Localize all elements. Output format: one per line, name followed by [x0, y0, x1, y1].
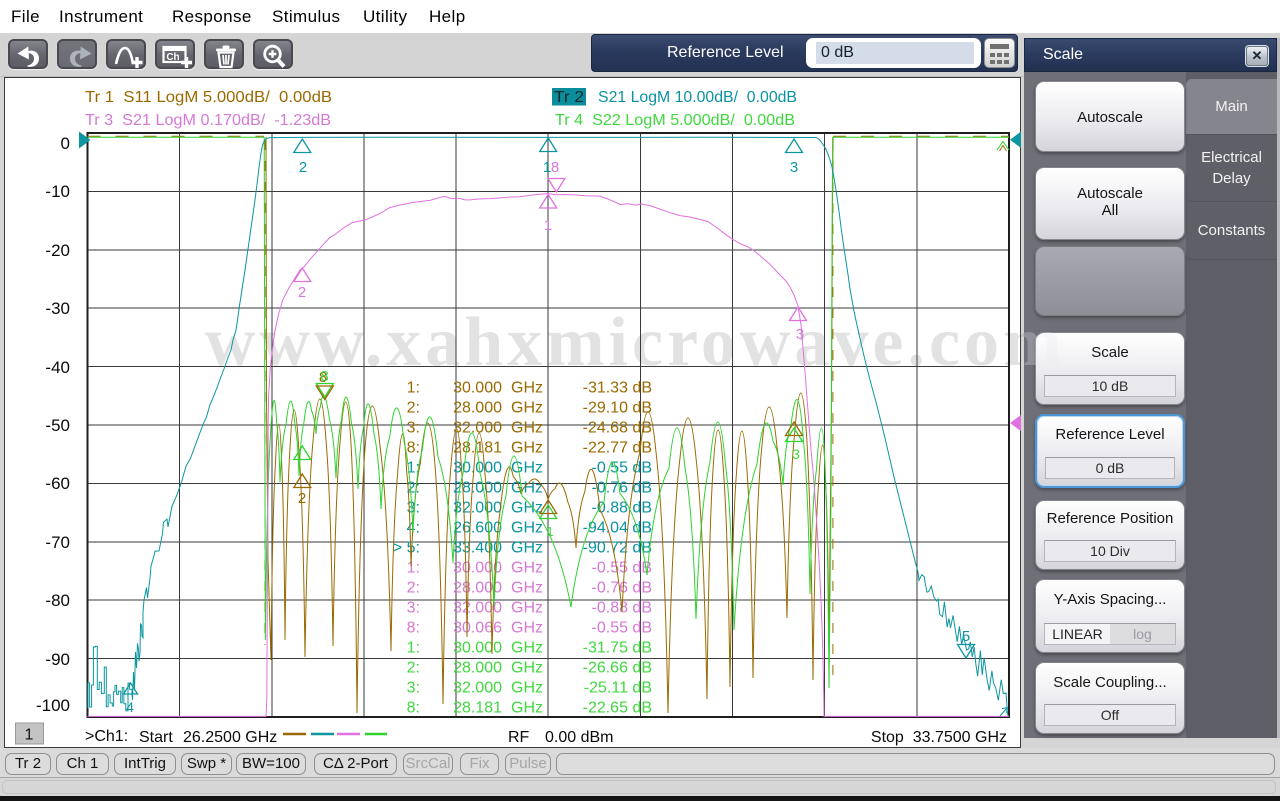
svg-text:Ch: Ch — [166, 52, 179, 63]
